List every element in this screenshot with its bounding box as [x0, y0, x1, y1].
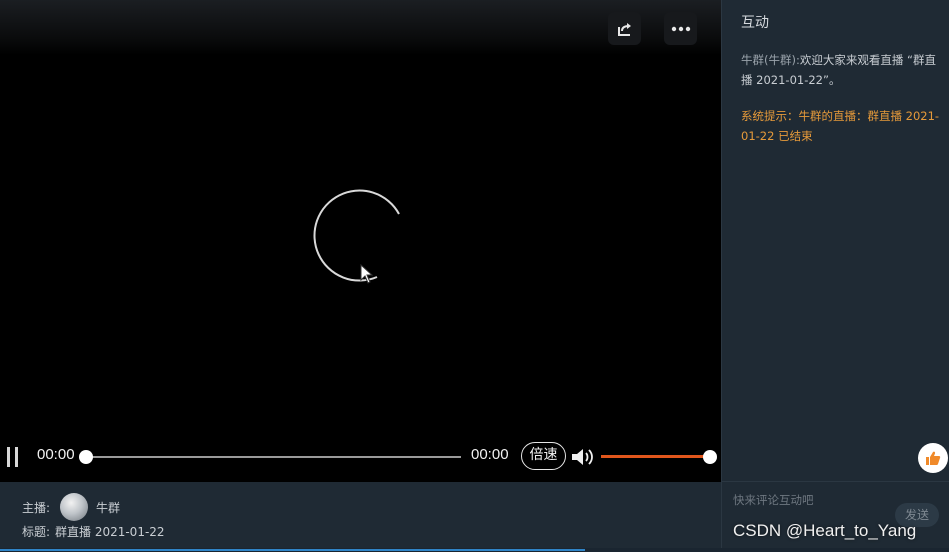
video-player[interactable]: 00:00 00:00 倍速 [0, 0, 721, 482]
watermark: CSDN @Heart_to_Yang [733, 521, 917, 540]
stream-info: 主播: 牛群 标题: 群直播 2021-01-22 [0, 482, 721, 548]
host-label: 主播: [22, 501, 51, 515]
player-controls: 00:00 00:00 倍速 [0, 438, 721, 478]
comment-input[interactable]: 快来评论互动吧 [733, 492, 814, 508]
host-name: 牛群 [96, 501, 121, 515]
pause-icon [7, 447, 10, 467]
chat-message: 牛群(牛群):欢迎大家来观看直播 “群直播 2021-01-22”。 [741, 50, 941, 90]
current-time: 00:00 [37, 446, 75, 463]
progress-bar[interactable] [86, 456, 461, 458]
more-options-button[interactable] [664, 12, 697, 45]
volume-slider[interactable] [601, 455, 710, 458]
mouse-pointer-icon [360, 264, 374, 284]
progress-handle[interactable] [79, 450, 93, 464]
thumbs-up-icon [926, 451, 941, 465]
volume-icon[interactable] [570, 445, 594, 469]
pause-button[interactable] [6, 447, 20, 467]
message-sender: 牛群(牛群): [741, 53, 800, 67]
like-button[interactable] [918, 443, 948, 473]
more-icon [671, 26, 690, 31]
volume-handle[interactable] [703, 450, 717, 464]
interaction-panel: 互动 牛群(牛群):欢迎大家来观看直播 “群直播 2021-01-22”。 系统… [721, 0, 949, 548]
title-label: 标题: [22, 525, 51, 539]
share-icon [617, 22, 631, 36]
panel-title: 互动 [741, 15, 769, 31]
page-progress-line [0, 548, 949, 552]
system-message: 系统提示：牛群的直播：群直播 2021-01-22 已结束 [741, 109, 940, 143]
playback-speed-button[interactable]: 倍速 [521, 442, 566, 470]
stream-title: 群直播 2021-01-22 [55, 525, 165, 539]
share-button[interactable] [608, 12, 641, 45]
duration-time: 00:00 [471, 446, 509, 463]
avatar [60, 493, 88, 521]
